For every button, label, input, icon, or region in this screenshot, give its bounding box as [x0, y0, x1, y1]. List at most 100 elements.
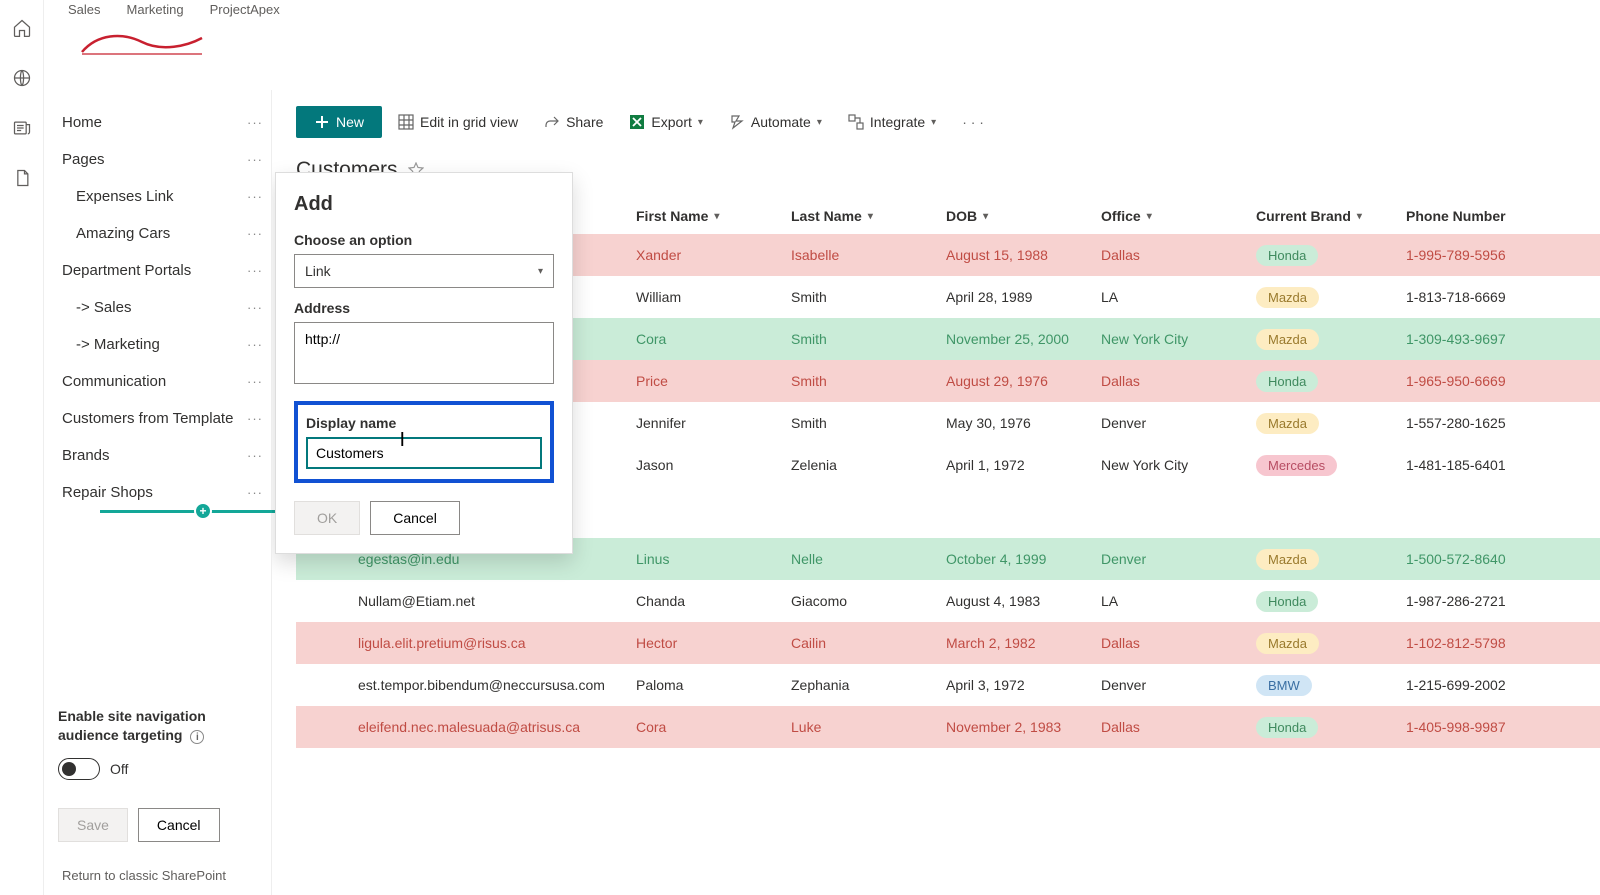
cell-phone: 1-813-718-6669 — [1406, 289, 1566, 305]
cell-office: LA — [1101, 593, 1256, 609]
globe-icon[interactable] — [12, 68, 32, 88]
site-logo[interactable] — [72, 20, 212, 68]
news-icon[interactable] — [12, 118, 32, 138]
cell-office: New York City — [1101, 331, 1256, 347]
cell-office: Denver — [1101, 677, 1256, 693]
cell-email: ligula.elit.pretium@risus.ca — [296, 635, 636, 651]
export-button[interactable]: Export ▾ — [619, 106, 713, 138]
nav-item[interactable]: Department Portals ··· — [44, 252, 271, 289]
cell-brand: Honda — [1256, 717, 1406, 738]
nav-item[interactable]: Communication ··· — [44, 363, 271, 400]
chevron-down-icon: ▾ — [714, 211, 719, 222]
table-row[interactable]: est.tempor.bibendum@neccursusa.com Palom… — [296, 664, 1600, 706]
cell-email: eleifend.nec.malesuada@atrisus.ca — [296, 719, 636, 735]
cell-last-name: Cailin — [791, 635, 946, 651]
nav-item-more-icon[interactable]: ··· — [247, 337, 263, 352]
cell-first-name: Xander — [636, 247, 791, 263]
add-link-dialog: Add Choose an option Link ▾ Address http… — [275, 172, 573, 554]
table-row[interactable]: eleifend.nec.malesuada@atrisus.ca Cora L… — [296, 706, 1600, 748]
cell-last-name: Zelenia — [791, 457, 946, 473]
cell-brand: Mazda — [1256, 329, 1406, 350]
chevron-down-icon: ▾ — [1357, 211, 1362, 222]
table-row[interactable]: ligula.elit.pretium@risus.ca Hector Cail… — [296, 622, 1600, 664]
cell-brand: BMW — [1256, 675, 1406, 696]
chevron-down-icon: ▾ — [931, 117, 936, 128]
cell-brand: Mazda — [1256, 413, 1406, 434]
nav-item-label: -> Marketing — [76, 336, 160, 353]
dialog-ok-button: OK — [294, 501, 360, 535]
nav-item-label: -> Sales — [76, 299, 131, 316]
cell-dob: August 4, 1983 — [946, 593, 1101, 609]
nav-item-more-icon[interactable]: ··· — [247, 226, 263, 241]
automate-button[interactable]: Automate ▾ — [719, 106, 832, 138]
nav-item-more-icon[interactable]: ··· — [247, 411, 263, 426]
brand-pill: Mazda — [1256, 329, 1319, 350]
file-icon[interactable] — [12, 168, 32, 188]
nav-item[interactable]: Repair Shops··· — [44, 474, 271, 511]
display-name-input[interactable] — [306, 437, 542, 469]
cell-first-name: Linus — [636, 551, 791, 567]
hub-link-marketing[interactable]: Marketing — [127, 2, 184, 17]
chevron-down-icon: ▾ — [698, 117, 703, 128]
nav-item[interactable]: Pages··· — [44, 141, 271, 178]
brand-pill: Mazda — [1256, 287, 1319, 308]
share-button[interactable]: Share — [534, 106, 613, 138]
col-phone[interactable]: Phone Number — [1406, 208, 1566, 224]
hub-link-sales[interactable]: Sales — [68, 2, 101, 17]
dialog-cancel-button[interactable]: Cancel — [370, 501, 460, 535]
nav-item[interactable]: Customers from Template··· — [44, 400, 271, 437]
nav-item-more-icon[interactable]: ··· — [247, 374, 263, 389]
cell-first-name: Jason — [636, 457, 791, 473]
display-name-highlight: Display name I — [294, 401, 554, 483]
integrate-button[interactable]: Integrate ▾ — [838, 106, 946, 138]
drag-add-indicator[interactable]: + — [194, 502, 212, 520]
col-brand[interactable]: Current Brand▾ — [1256, 208, 1406, 224]
brand-pill: Mazda — [1256, 549, 1319, 570]
cell-last-name: Nelle — [791, 551, 946, 567]
choose-option-select[interactable]: Link ▾ — [294, 254, 554, 288]
col-first-name[interactable]: First Name▾ — [636, 208, 791, 224]
nav-item[interactable]: Home··· — [44, 104, 271, 141]
nav-item[interactable]: Amazing Cars··· — [44, 215, 271, 252]
cell-email: Nullam@Etiam.net — [296, 593, 636, 609]
nav-item-more-icon[interactable]: ··· — [247, 263, 263, 278]
more-actions-button[interactable]: · · · — [952, 106, 994, 138]
new-button[interactable]: New — [296, 106, 382, 138]
nav-item-label: Communication — [62, 373, 166, 390]
hub-link-projectapex[interactable]: ProjectApex — [210, 2, 280, 17]
cell-first-name: William — [636, 289, 791, 305]
nav-item-more-icon[interactable]: ··· — [247, 152, 263, 167]
brand-pill: BMW — [1256, 675, 1312, 696]
cell-last-name: Zephania — [791, 677, 946, 693]
nav-item[interactable]: -> Marketing ··· — [44, 326, 271, 363]
edit-grid-button[interactable]: Edit in grid view — [388, 106, 528, 138]
nav-cancel-button[interactable]: Cancel — [138, 808, 220, 842]
nav-item-label: Department Portals — [62, 262, 191, 279]
col-last-name[interactable]: Last Name▾ — [791, 208, 946, 224]
info-icon[interactable]: i — [190, 730, 204, 744]
nav-item-more-icon[interactable]: ··· — [247, 115, 263, 130]
nav-item-more-icon[interactable]: ··· — [247, 448, 263, 463]
nav-item[interactable]: Expenses Link··· — [44, 178, 271, 215]
address-input[interactable]: http:// — [294, 322, 554, 384]
brand-pill: Mazda — [1256, 633, 1319, 654]
table-row[interactable]: Nullam@Etiam.net Chanda Giacomo August 4… — [296, 580, 1600, 622]
col-dob[interactable]: DOB▾ — [946, 208, 1101, 224]
nav-item[interactable]: Brands··· — [44, 437, 271, 474]
col-office[interactable]: Office▾ — [1101, 208, 1256, 224]
audience-targeting-toggle[interactable]: Off — [58, 758, 257, 780]
nav-item-more-icon[interactable]: ··· — [247, 300, 263, 315]
nav-item-more-icon[interactable]: ··· — [247, 189, 263, 204]
cell-last-name: Smith — [791, 289, 946, 305]
cell-dob: March 2, 1982 — [946, 635, 1101, 651]
toggle-state-label: Off — [110, 761, 128, 777]
nav-item[interactable]: -> Sales ··· — [44, 289, 271, 326]
cell-last-name: Smith — [791, 331, 946, 347]
return-classic-link[interactable]: Return to classic SharePoint — [44, 856, 271, 895]
home-icon[interactable] — [12, 18, 32, 38]
cell-phone: 1-102-812-5798 — [1406, 635, 1566, 651]
nav-item-more-icon[interactable]: ··· — [247, 485, 263, 500]
cell-office: Denver — [1101, 551, 1256, 567]
cell-dob: October 4, 1999 — [946, 551, 1101, 567]
app-rail — [0, 0, 44, 895]
